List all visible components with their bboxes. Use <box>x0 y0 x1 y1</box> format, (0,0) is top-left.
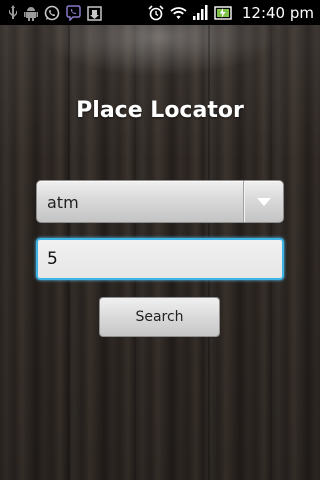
dropdown-arrow-icon[interactable] <box>244 181 284 222</box>
signal-icon <box>192 5 208 20</box>
alarm-icon <box>148 4 164 21</box>
place-type-spinner[interactable]: atm <box>36 180 284 223</box>
system-icons: 12:40 pm <box>148 4 320 22</box>
status-bar: 12:40 pm <box>0 0 320 25</box>
whatsapp-icon <box>44 5 60 21</box>
battery-icon <box>214 5 232 20</box>
download-icon <box>87 5 102 21</box>
page-title: Place Locator <box>76 98 244 123</box>
usb-icon <box>8 4 18 21</box>
place-type-selected: atm <box>47 193 79 212</box>
wifi-icon <box>170 6 187 20</box>
clock: 12:40 pm <box>241 3 314 22</box>
radius-input[interactable] <box>36 238 284 280</box>
viber-icon <box>66 4 81 21</box>
notification-icons <box>0 4 102 21</box>
android-debug-icon <box>24 5 38 21</box>
app-screen: Place Locator atm Search <box>0 25 320 480</box>
search-button[interactable]: Search <box>99 297 220 337</box>
